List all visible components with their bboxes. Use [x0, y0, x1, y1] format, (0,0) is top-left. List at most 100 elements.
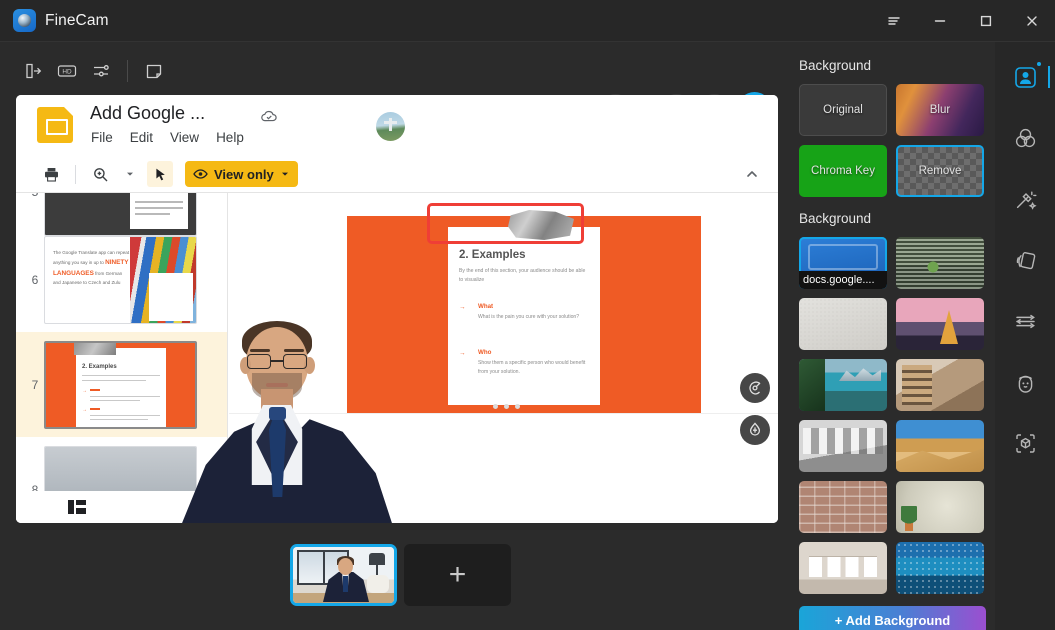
slideshow-highlight-box	[427, 203, 584, 244]
explore-icon[interactable]	[740, 373, 770, 403]
layout-icon	[68, 500, 86, 514]
mode-label: Blur	[929, 104, 951, 116]
active-indicator	[1048, 66, 1050, 88]
background-remove[interactable]: Remove	[896, 145, 984, 197]
toolbar-divider	[127, 59, 128, 82]
toolbar-divider	[75, 164, 76, 184]
title-bar: FineCam	[0, 0, 1055, 42]
slide-subtitle: By the end of this section, your audienc…	[459, 268, 586, 284]
chevron-down-icon	[281, 172, 288, 176]
cloud-saved-icon	[260, 109, 279, 129]
background-paris-eiffel[interactable]	[896, 298, 984, 350]
background-label: docs.google....	[799, 271, 887, 289]
background-blur[interactable]: Blur	[896, 84, 984, 136]
thumb-number: 6	[31, 272, 39, 287]
chevron-up-icon[interactable]	[740, 162, 764, 186]
list-item[interactable]: 5	[16, 193, 227, 236]
camera-preview: Add Google ... File Edit View Help View …	[16, 95, 778, 523]
slides-toolbar: View only	[16, 156, 778, 193]
bullet-body: Show them a specific person who would be…	[478, 360, 586, 376]
arrow-icon: →	[459, 304, 466, 311]
slides-file-icon	[37, 107, 73, 143]
app-title: FineCam	[45, 11, 109, 29]
theme-drop-icon[interactable]	[740, 415, 770, 445]
app-brand: FineCam	[0, 9, 109, 32]
chevron-down-icon[interactable]	[117, 161, 143, 187]
user-avatar[interactable]	[376, 112, 405, 141]
menu-help[interactable]: Help	[216, 130, 244, 145]
face-avatar-icon[interactable]	[1008, 365, 1042, 399]
close-icon[interactable]	[1009, 0, 1055, 42]
eye-icon	[193, 169, 208, 179]
thumb-text: The Google Translate app can repeat anyt…	[53, 249, 130, 285]
thumb-card	[130, 193, 188, 229]
thumb-rock-image	[74, 342, 116, 355]
color-circles-icon[interactable]	[1008, 121, 1042, 155]
magic-wand-icon[interactable]	[1008, 182, 1042, 216]
list-item[interactable]: 6 The Google Translate app can repeat an…	[16, 227, 227, 332]
add-scene-button[interactable]: +	[404, 544, 511, 606]
panel-section-title-2: Background	[799, 211, 872, 226]
add-background-button[interactable]: + Add Background	[799, 606, 986, 630]
mode-label: Remove	[918, 165, 962, 177]
scene-thumbnail-1[interactable]	[290, 544, 397, 606]
background-brick-wall[interactable]	[799, 481, 887, 533]
note-icon[interactable]	[137, 55, 171, 87]
thumb-card: 2. Examples → →	[76, 347, 166, 427]
settings-sliders-icon[interactable]	[84, 55, 118, 87]
slide-thumbnail[interactable]: The Google Translate app can repeat anyt…	[44, 235, 197, 324]
background-loft-interior[interactable]	[896, 359, 984, 411]
adjust-sliders-icon[interactable]	[1008, 304, 1042, 338]
cards-layers-icon[interactable]	[1008, 243, 1042, 277]
thumb-number: 7	[31, 377, 39, 392]
bullet-heading: Who	[478, 349, 492, 356]
slide-title: 2. Examples	[459, 249, 526, 261]
maximize-icon[interactable]	[963, 0, 1009, 42]
thumb-flags-image	[130, 236, 196, 323]
background-mode-grid: Original Blur Chroma Key Remove	[790, 73, 995, 197]
menu-edit[interactable]: Edit	[130, 130, 153, 145]
view-only-button[interactable]: View only	[185, 161, 298, 187]
arrow-icon: →	[459, 350, 466, 357]
mode-label: Chroma Key	[811, 165, 875, 177]
background-thumbnails-grid: docs.google....	[790, 226, 995, 594]
portrait-person-icon[interactable]	[1008, 60, 1050, 94]
bullet-heading: What	[478, 303, 494, 310]
background-desert-dunes[interactable]	[896, 420, 984, 472]
thumb-number: 5	[26, 193, 44, 199]
background-office-plant[interactable]	[896, 237, 984, 289]
background-panel: Background Original Blur Chroma Key Remo…	[790, 42, 995, 630]
slides-header: Add Google ... File Edit View Help	[16, 95, 778, 244]
bullet-body: What is the pain you cure with your solu…	[478, 314, 580, 320]
background-original[interactable]: Original	[799, 84, 887, 136]
print-icon[interactable]	[38, 161, 64, 187]
panel-section-title: Background	[799, 58, 872, 73]
mode-label: Original	[823, 104, 863, 116]
background-gallery-frames[interactable]	[799, 542, 887, 594]
background-chroma-key[interactable]: Chroma Key	[799, 145, 887, 197]
background-plain-wall-plant[interactable]	[896, 481, 984, 533]
menu-file[interactable]: File	[91, 130, 113, 145]
background-docs-google[interactable]: docs.google....	[799, 237, 887, 289]
menu-view[interactable]: View	[170, 130, 199, 145]
background-mountain-lake[interactable]	[799, 359, 887, 411]
scene-bar: +	[16, 540, 778, 612]
slide-content-card: 2. Examples By the end of this section, …	[448, 210, 600, 405]
notification-badge	[1037, 62, 1041, 66]
ar-scan-cube-icon[interactable]	[1008, 426, 1042, 460]
hd-icon[interactable]: HD	[50, 55, 84, 87]
speaker-notes-handle[interactable]	[493, 404, 520, 409]
export-icon[interactable]	[16, 55, 50, 87]
document-title[interactable]: Add Google ...	[90, 103, 205, 124]
background-garage-studio[interactable]	[799, 420, 887, 472]
zoom-in-icon[interactable]	[87, 161, 113, 187]
menu-icon[interactable]	[871, 0, 917, 42]
presenter-overlay	[168, 321, 404, 523]
svg-text:HD: HD	[62, 68, 72, 75]
slides-menu-bar: File Edit View Help	[91, 130, 244, 145]
background-concrete[interactable]	[799, 298, 887, 350]
select-cursor-icon[interactable]	[147, 161, 173, 187]
background-underwater[interactable]	[896, 542, 984, 594]
minimize-icon[interactable]	[917, 0, 963, 42]
thumb-card	[149, 272, 193, 321]
